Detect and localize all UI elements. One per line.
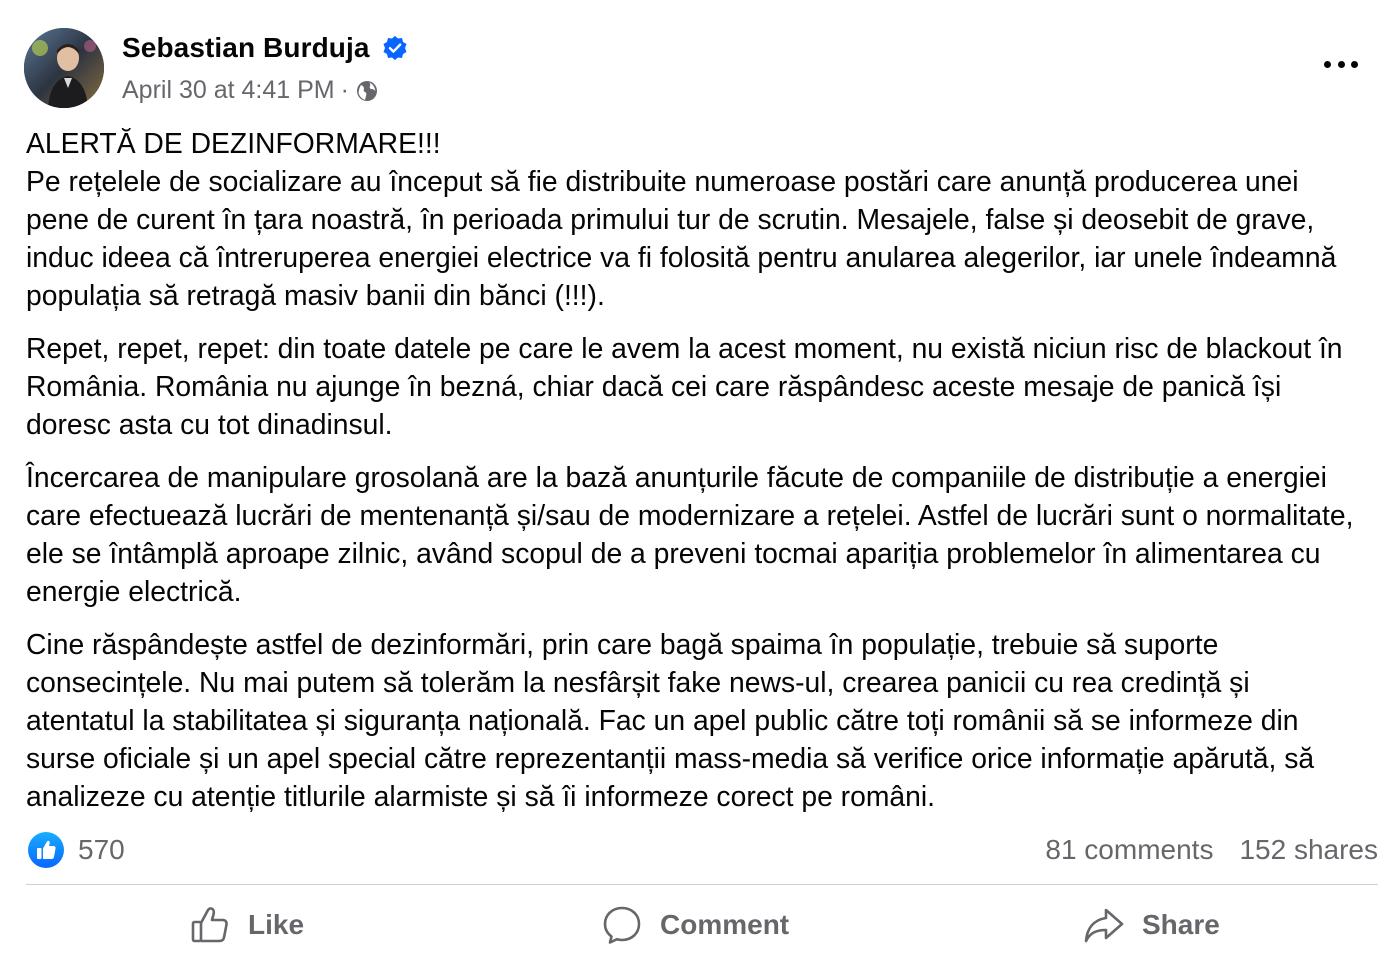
facebook-post: Sebastian Burduja April 30 at 4:41 PM · (0, 0, 1386, 964)
post-meta: April 30 at 4:41 PM · (122, 76, 379, 105)
divider (26, 884, 1378, 885)
share-button[interactable]: Share (1084, 892, 1220, 958)
reaction-count[interactable]: 570 (78, 834, 125, 866)
meta-separator: · (340, 76, 349, 104)
avatar-photo (24, 28, 104, 108)
author-avatar[interactable] (24, 28, 104, 108)
more-dot (1351, 60, 1358, 68)
post-timestamp[interactable]: April 30 at 4:41 PM (122, 76, 335, 105)
like-button[interactable]: Like (190, 892, 304, 958)
like-reaction-icon[interactable] (28, 832, 64, 868)
post-paragraph: ALERTĂ DE DEZINFORMARE!!! Pe rețelele de… (26, 127, 1337, 311)
comment-icon (603, 906, 641, 944)
engagement-counts: 81 comments 152 shares (1045, 834, 1378, 866)
comment-label: Comment (660, 909, 790, 940)
shares-count[interactable]: 152 shares (1239, 834, 1378, 866)
more-dot (1337, 60, 1345, 68)
verified-badge-icon (382, 35, 408, 61)
post-paragraph: Încercarea de manipulare grosolană are l… (26, 461, 1354, 607)
more-dot (1324, 60, 1331, 68)
thumbs-up-icon (191, 907, 228, 943)
more-options-icon[interactable] (1324, 52, 1358, 76)
globe-icon[interactable] (355, 79, 379, 103)
post-stats: 570 81 comments 152 shares (26, 828, 1378, 872)
like-label: Like (248, 909, 305, 940)
author-name[interactable]: Sebastian Burduja (122, 32, 370, 64)
post-header: Sebastian Burduja April 30 at 4:41 PM · (24, 28, 1364, 108)
post-actions: Like Comment Share (26, 892, 1378, 958)
author-line: Sebastian Burduja (122, 32, 408, 64)
post-paragraph: Repet, repet, repet: din toate datele pe… (26, 332, 1343, 440)
share-label: Share (1142, 909, 1220, 940)
comments-count[interactable]: 81 comments (1045, 834, 1213, 866)
post-body: ALERTĂ DE DEZINFORMARE!!! Pe rețelele de… (26, 124, 1366, 830)
comment-button[interactable]: Comment (602, 892, 789, 958)
share-icon (1084, 908, 1124, 943)
post-paragraph: Cine răspândește astfel de dezinformări,… (26, 628, 1315, 812)
